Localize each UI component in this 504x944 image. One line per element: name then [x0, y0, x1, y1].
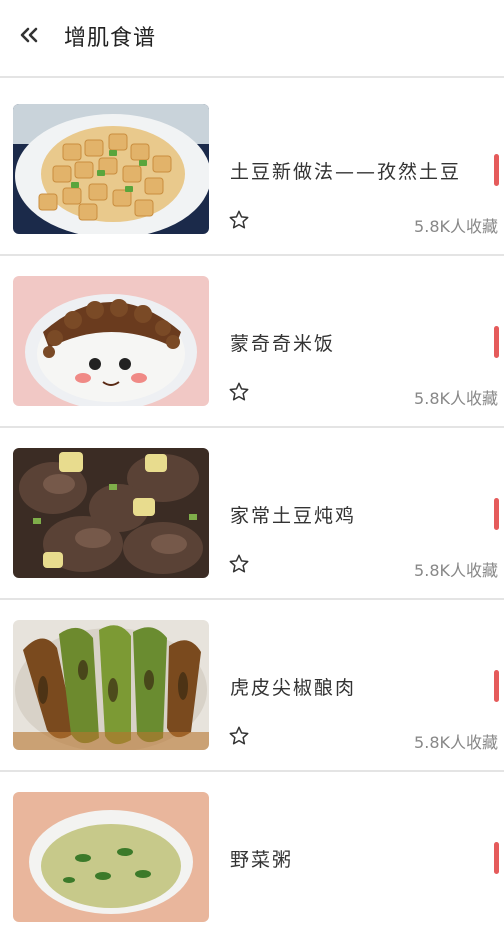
star-outline-icon[interactable]: [228, 209, 250, 231]
accent-bar: [494, 498, 499, 530]
recipe-image: [13, 620, 209, 750]
recipe-item[interactable]: 虎皮尖椒酿肉 5.8K人收藏: [0, 600, 504, 772]
favorites-count: 5.8K人收藏: [414, 733, 498, 752]
recipe-name: 虎皮尖椒酿肉: [230, 677, 357, 699]
recipe-image: [13, 792, 209, 922]
favorites-count: 5.8K人收藏: [414, 217, 498, 236]
accent-bar: [494, 670, 499, 702]
page-title: 增肌食谱: [64, 26, 157, 51]
recipe-list: 土豆新做法——孜然土豆 5.8K人收藏 蒙奇奇米饭 5.8K人收藏 家常土豆炖鸡…: [0, 84, 504, 944]
star-outline-icon[interactable]: [228, 725, 250, 747]
recipe-item[interactable]: 家常土豆炖鸡 5.8K人收藏: [0, 428, 504, 600]
recipe-name: 野菜粥: [230, 849, 294, 871]
accent-bar: [494, 154, 499, 186]
recipe-image: [13, 276, 209, 406]
recipe-image: [13, 448, 209, 578]
back-button[interactable]: [14, 18, 44, 52]
recipe-name: 家常土豆炖鸡: [230, 505, 357, 527]
star-outline-icon[interactable]: [228, 381, 250, 403]
accent-bar: [494, 842, 499, 874]
accent-bar: [494, 326, 499, 358]
recipe-image: [13, 104, 209, 234]
recipe-item[interactable]: 土豆新做法——孜然土豆 5.8K人收藏: [0, 84, 504, 256]
favorites-count: 5.8K人收藏: [414, 389, 498, 408]
star-outline-icon[interactable]: [228, 553, 250, 575]
double-chevron-left-icon: [20, 27, 38, 43]
recipe-item[interactable]: 野菜粥: [0, 772, 504, 944]
recipe-name: 土豆新做法——孜然土豆: [230, 161, 462, 183]
recipe-name: 蒙奇奇米饭: [230, 333, 336, 355]
recipe-item[interactable]: 蒙奇奇米饭 5.8K人收藏: [0, 256, 504, 428]
favorites-count: 5.8K人收藏: [414, 561, 498, 580]
app-header: 增肌食谱: [0, 0, 504, 78]
